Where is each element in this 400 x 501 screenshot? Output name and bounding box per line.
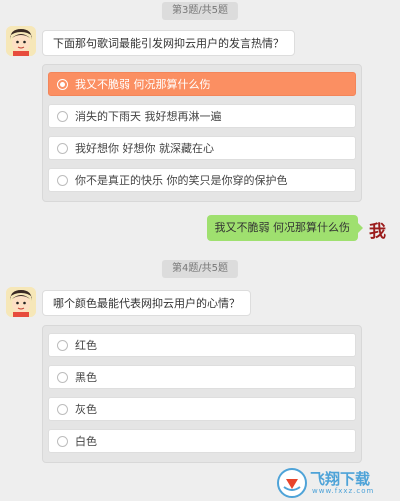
user-answer-bubble: 我又不脆弱 何况那算什么伤 xyxy=(206,215,363,241)
progress-label-q3: 第3题/共5题 xyxy=(161,2,239,20)
bot-avatar xyxy=(6,287,36,317)
option-q4-4[interactable]: 白色 xyxy=(48,429,356,453)
option-label: 灰色 xyxy=(75,403,97,416)
option-label: 消失的下雨天 我好想再淋一遍 xyxy=(75,110,222,123)
watermark-domain: www.fxxz.com xyxy=(312,487,375,495)
radio-selected-icon[interactable] xyxy=(57,79,68,90)
option-q4-2[interactable]: 黑色 xyxy=(48,365,356,389)
question-bubble-q4: 哪个颜色最能代表网抑云用户的心情？ xyxy=(42,290,251,316)
option-q3-3[interactable]: 我好想你 好想你 就深藏在心 xyxy=(48,136,356,160)
option-q4-3[interactable]: 灰色 xyxy=(48,397,356,421)
options-card-q3: 我又不脆弱 何况那算什么伤 消失的下雨天 我好想再淋一遍 我好想你 好想你 就深… xyxy=(42,64,362,202)
option-label: 你不是真正的快乐 你的笑只是你穿的保护色 xyxy=(75,174,288,187)
radio-icon[interactable] xyxy=(57,404,68,415)
option-label: 红色 xyxy=(75,339,97,352)
option-q4-1[interactable]: 红色 xyxy=(48,333,356,357)
user-avatar-tag: 我 xyxy=(369,222,386,242)
question-bubble-q3: 下面那句歌词最能引发网抑云用户的发言热情？ xyxy=(42,30,295,56)
option-label: 我好想你 好想你 就深藏在心 xyxy=(75,142,214,155)
radio-icon[interactable] xyxy=(57,436,68,447)
radio-icon[interactable] xyxy=(57,111,68,122)
radio-icon[interactable] xyxy=(57,143,68,154)
cartoon-avatar-icon xyxy=(6,287,36,317)
bot-avatar xyxy=(6,26,36,56)
radio-icon[interactable] xyxy=(57,340,68,351)
option-label: 白色 xyxy=(75,435,97,448)
cartoon-avatar-icon xyxy=(6,26,36,56)
option-q3-4[interactable]: 你不是真正的快乐 你的笑只是你穿的保护色 xyxy=(48,168,356,192)
download-logo-icon xyxy=(277,468,307,498)
watermark: 飞翔下载 www.fxxz.com xyxy=(276,467,396,499)
watermark-brand: 飞翔下载 xyxy=(310,470,371,488)
option-q3-1[interactable]: 我又不脆弱 何况那算什么伤 xyxy=(48,72,356,96)
option-label: 黑色 xyxy=(75,371,97,384)
radio-icon[interactable] xyxy=(57,372,68,383)
options-card-q4: 红色 黑色 灰色 白色 xyxy=(42,325,362,463)
option-q3-2[interactable]: 消失的下雨天 我好想再淋一遍 xyxy=(48,104,356,128)
option-label: 我又不脆弱 何况那算什么伤 xyxy=(75,78,211,91)
progress-label-q4: 第4题/共5题 xyxy=(161,260,239,278)
radio-icon[interactable] xyxy=(57,175,68,186)
